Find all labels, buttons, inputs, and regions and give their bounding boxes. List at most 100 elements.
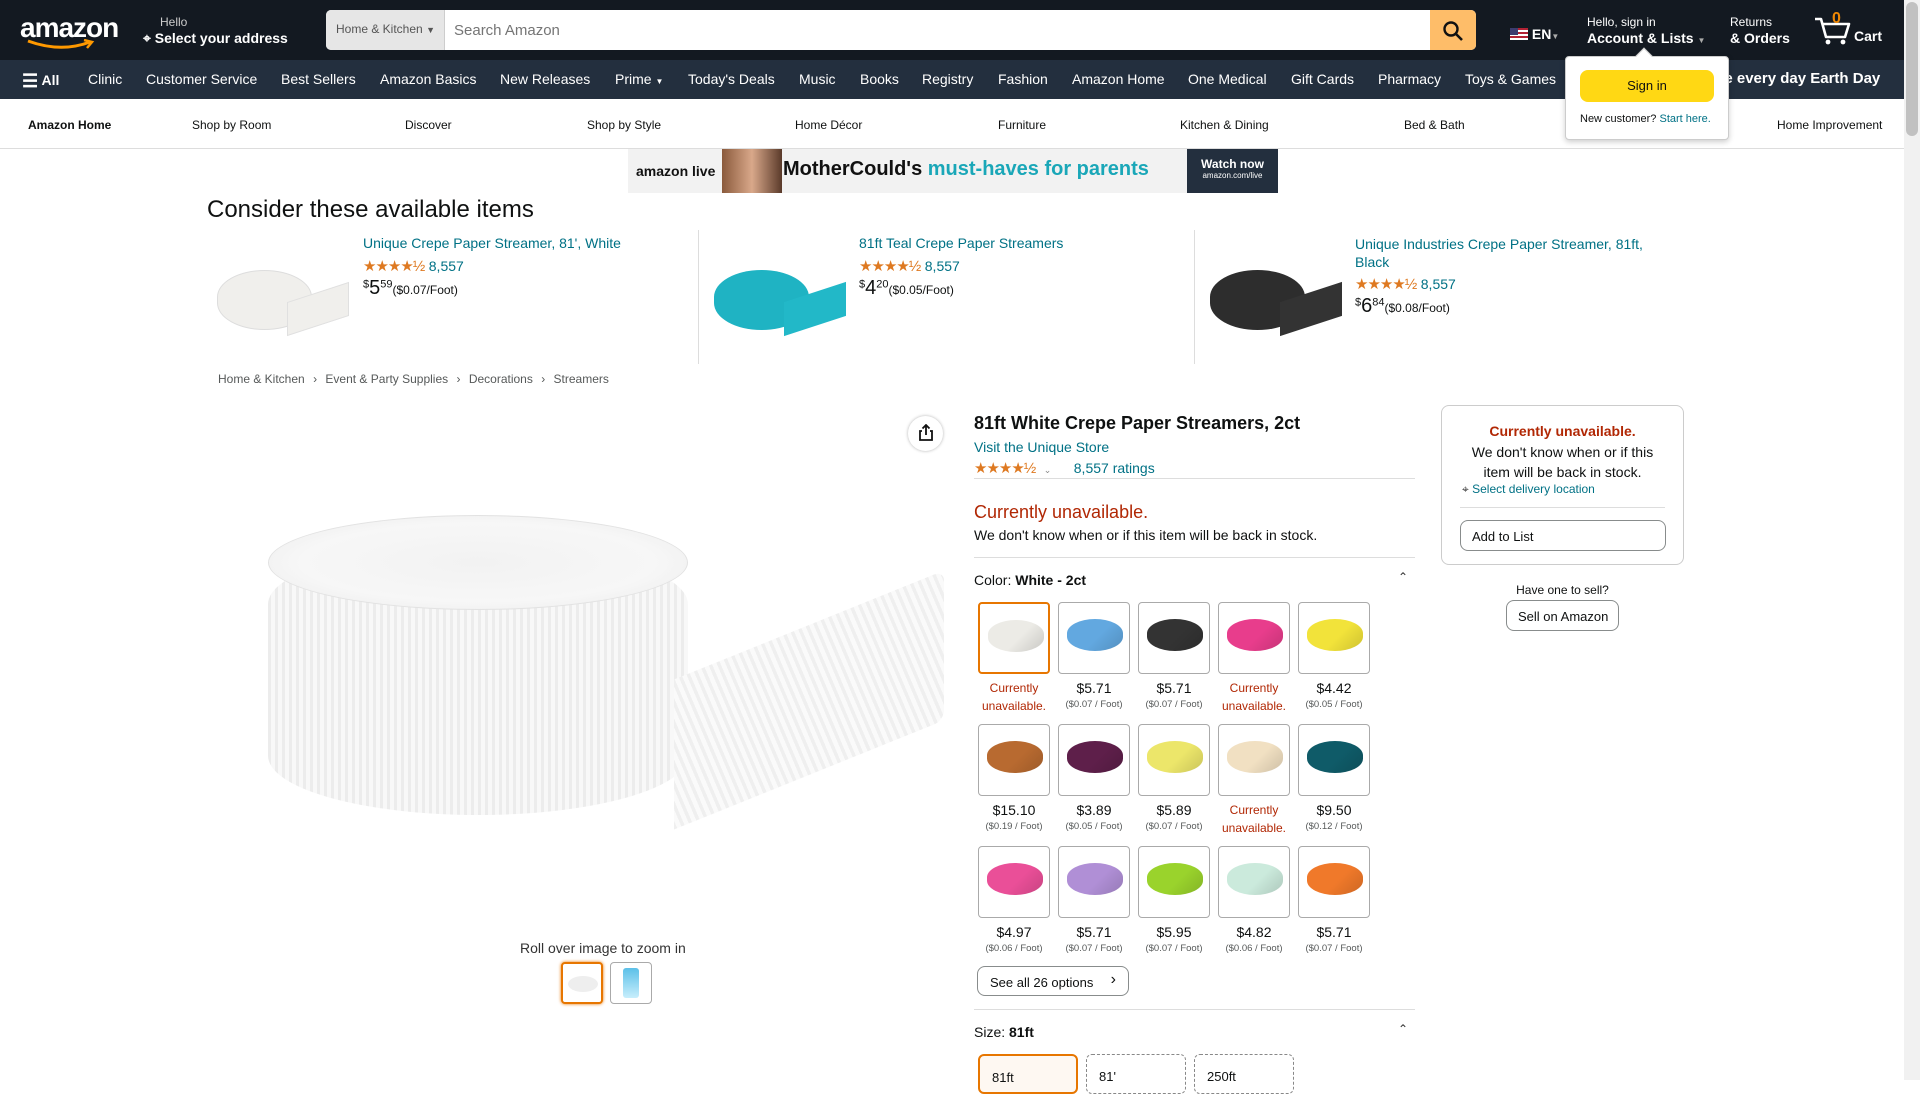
breadcrumb-home-kitchen[interactable]: Home & Kitchen: [218, 372, 305, 386]
swatch-unavailable: Currently unavailable.: [1221, 681, 1287, 713]
color-swatch[interactable]: [978, 724, 1050, 796]
nav-books[interactable]: Books: [860, 71, 899, 87]
nav-registry[interactable]: Registry: [922, 71, 973, 87]
amazon-live-banner[interactable]: amazon live MotherCould's must-haves for…: [628, 149, 1278, 193]
subnav-amazon-home[interactable]: Amazon Home: [28, 118, 111, 132]
nav-customer-service[interactable]: Customer Service: [146, 71, 257, 87]
signin-button[interactable]: Sign in: [1580, 70, 1714, 102]
select-delivery-location[interactable]: ⌖ Select delivery location: [1462, 482, 1595, 497]
breadcrumb-decorations[interactable]: Decorations: [469, 372, 533, 386]
collapse-color-icon[interactable]: ⌃: [1398, 570, 1408, 584]
consider-item-title[interactable]: 81ft Teal Crepe Paper Streamers: [859, 235, 1179, 251]
color-swatch[interactable]: [1218, 602, 1290, 674]
rating-count-link[interactable]: 8,557: [1421, 276, 1456, 292]
swatch-price: $5.89: [1156, 802, 1192, 818]
rating-count-link[interactable]: 8,557: [925, 258, 960, 274]
nav-music[interactable]: Music: [799, 71, 836, 87]
chevron-down-icon[interactable]: ⌄: [1044, 465, 1052, 475]
color-swatch[interactable]: [1138, 602, 1210, 674]
color-swatch[interactable]: [1298, 846, 1370, 918]
color-swatch[interactable]: [1298, 602, 1370, 674]
color-swatch[interactable]: [1138, 846, 1210, 918]
size-option-81[interactable]: 81': [1086, 1054, 1186, 1094]
nav-pharmacy[interactable]: Pharmacy: [1378, 71, 1441, 87]
thumbnail-1[interactable]: [561, 962, 603, 1004]
nav-one-medical[interactable]: One Medical: [1188, 71, 1267, 87]
scrollbar-thumb[interactable]: [1906, 2, 1918, 136]
collapse-size-icon[interactable]: ⌃: [1398, 1022, 1408, 1036]
subnav-home-decor[interactable]: Home Décor: [795, 118, 862, 132]
chevron-right-icon: ›: [541, 372, 546, 386]
subnav-furniture[interactable]: Furniture: [998, 118, 1046, 132]
swatch-image: [988, 620, 1044, 652]
nav-clinic[interactable]: Clinic: [88, 71, 122, 87]
search-category-dropdown[interactable]: Home & Kitchen ▼: [326, 10, 445, 50]
star-rating-icon: ★★★★½: [1355, 276, 1417, 293]
consider-item-title[interactable]: Unique Industries Crepe Paper Streamer, …: [1355, 235, 1675, 271]
breadcrumb-event-party[interactable]: Event & Party Supplies: [325, 372, 448, 386]
color-swatch[interactable]: [978, 846, 1050, 918]
swatch-unit-price: ($0.06 / Foot): [985, 943, 1043, 954]
nav-prime[interactable]: Prime ▼: [615, 71, 663, 87]
nav-amazon-basics[interactable]: Amazon Basics: [380, 71, 476, 87]
nav-fashion[interactable]: Fashion: [998, 71, 1048, 87]
caret-down-icon: ▼: [426, 25, 435, 35]
star-rating-icon[interactable]: ★★★★½: [974, 460, 1036, 477]
color-swatch[interactable]: [1218, 724, 1290, 796]
rating-count-link[interactable]: 8,557: [429, 258, 464, 274]
nav-promo-earth-day[interactable]: ke every day Earth Day: [1716, 70, 1880, 87]
color-swatch[interactable]: [1138, 724, 1210, 796]
size-option-81ft[interactable]: 81ft: [978, 1054, 1078, 1094]
add-to-list-button[interactable]: Add to List: [1460, 520, 1666, 551]
consider-item-image[interactable]: [714, 260, 846, 337]
color-swatch[interactable]: [1298, 724, 1370, 796]
color-swatch[interactable]: [1058, 846, 1130, 918]
see-all-options-button[interactable]: See all 26 options ›: [977, 966, 1129, 996]
all-menu-button[interactable]: ☰ All: [22, 71, 59, 92]
subnav-discover[interactable]: Discover: [405, 118, 452, 132]
search-button[interactable]: [1430, 10, 1476, 50]
swatch-unavailable: Currently unavailable.: [981, 681, 1047, 713]
consider-item-image[interactable]: [1210, 260, 1342, 337]
amazon-logo[interactable]: amazon: [20, 12, 122, 49]
cart-count: 0: [1832, 10, 1841, 27]
deliver-to[interactable]: Hello ⌖ Select your address: [143, 14, 288, 46]
start-here-link[interactable]: Start here.: [1659, 113, 1710, 125]
nav-todays-deals[interactable]: Today's Deals: [688, 71, 775, 87]
share-button[interactable]: [908, 416, 943, 451]
thumbnail-2[interactable]: [610, 962, 652, 1004]
breadcrumb-streamers[interactable]: Streamers: [554, 372, 609, 386]
subnav-home-improvement[interactable]: Home Improvement: [1777, 118, 1882, 132]
subnav-bed-bath[interactable]: Bed & Bath: [1404, 118, 1465, 132]
sell-on-amazon-button[interactable]: Sell on Amazon: [1506, 600, 1619, 631]
subnav-shop-by-room[interactable]: Shop by Room: [192, 118, 271, 132]
subnav-kitchen-dining[interactable]: Kitchen & Dining: [1180, 118, 1269, 132]
main-product-image[interactable]: [264, 505, 948, 835]
page-scrollbar[interactable]: [1904, 0, 1920, 1080]
search-input[interactable]: [454, 10, 1414, 50]
language-selector[interactable]: EN▼: [1510, 26, 1559, 42]
returns-orders[interactable]: Returns & Orders: [1730, 14, 1790, 46]
nav-best-sellers[interactable]: Best Sellers: [281, 71, 356, 87]
nav-toys-games[interactable]: Toys & Games: [1465, 71, 1556, 87]
store-link[interactable]: Visit the Unique Store: [974, 439, 1109, 455]
swatch-price: $3.89: [1076, 802, 1112, 818]
ratings-link[interactable]: 8,557 ratings: [1074, 460, 1155, 476]
watch-now-button[interactable]: Watch now amazon.com/live: [1187, 149, 1278, 193]
cart[interactable]: 0 Cart: [1814, 10, 1894, 50]
swatch-unit-price: ($0.07 / Foot): [1145, 821, 1203, 832]
size-option-250ft[interactable]: 250ft: [1194, 1054, 1294, 1094]
account-lists[interactable]: Hello, sign in Account & Lists ▼: [1587, 14, 1705, 49]
consider-item-image[interactable]: [217, 260, 349, 337]
consider-item-title[interactable]: Unique Crepe Paper Streamer, 81', White: [363, 235, 683, 251]
nav-new-releases[interactable]: New Releases: [500, 71, 590, 87]
color-swatch[interactable]: [1058, 602, 1130, 674]
color-swatch[interactable]: [1058, 724, 1130, 796]
color-swatch[interactable]: [978, 602, 1050, 674]
subnav-shop-by-style[interactable]: Shop by Style: [587, 118, 661, 132]
nav-gift-cards[interactable]: Gift Cards: [1291, 71, 1354, 87]
nav-amazon-home[interactable]: Amazon Home: [1072, 71, 1165, 87]
color-swatch[interactable]: [1218, 846, 1290, 918]
buybox-unavailable: Currently unavailable.: [1489, 423, 1636, 439]
swatch-price: $9.50: [1316, 802, 1352, 818]
